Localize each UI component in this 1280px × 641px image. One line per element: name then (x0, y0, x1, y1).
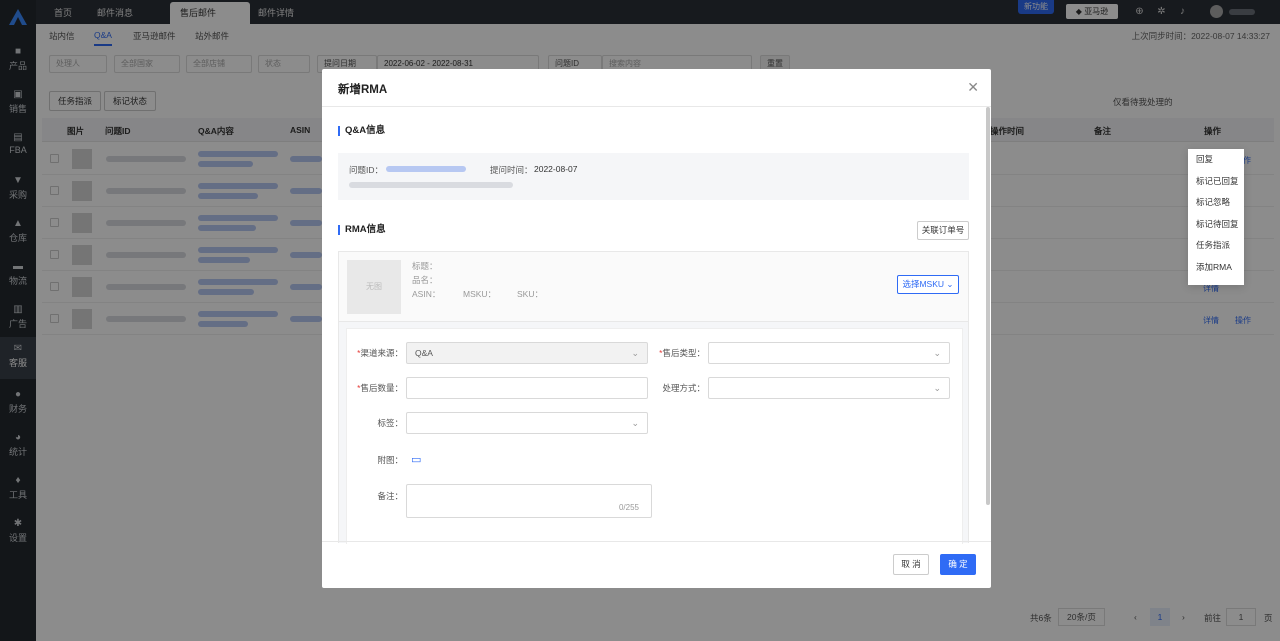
remark-textarea[interactable]: 0/255 (406, 484, 652, 518)
close-icon[interactable]: ✕ (967, 79, 979, 96)
channel-select[interactable]: Q&A ⌄ (406, 342, 648, 364)
cancel-button[interactable]: 取 消 (893, 554, 929, 575)
confirm-button[interactable]: 确 定 (940, 554, 976, 575)
divider (322, 106, 991, 107)
quantity-label: *售后数量： (357, 383, 403, 393)
msku-label: MSKU： (463, 289, 497, 299)
question-id-label: 问题ID： (349, 165, 384, 175)
channel-label: *渠道来源： (357, 348, 403, 358)
after-sale-type-select[interactable]: ⌄ (708, 342, 950, 364)
chevron-down-icon: ⌄ (933, 348, 941, 358)
remark-label: 备注： (377, 491, 403, 501)
sku-label: SKU： (517, 289, 543, 299)
product-card: 无图 标题： 品名： ASIN： MSKU： SKU： 选择MSKU ⌄ (338, 251, 969, 321)
question-content (349, 182, 513, 188)
choose-msku-label: 选择MSKU (902, 279, 945, 289)
attachment-label: 附图： (377, 455, 403, 465)
qa-info-box: 问题ID： 提问时间： 2022-08-07 (338, 153, 969, 200)
method-label: 处理方式： (662, 383, 705, 393)
tag-select[interactable]: ⌄ (406, 412, 648, 434)
rma-section-title: RMA信息 (338, 225, 386, 235)
channel-value: Q&A (415, 348, 433, 358)
link-order-button[interactable]: 关联订单号 (917, 221, 969, 240)
modal-title: 新增RMA (338, 84, 388, 96)
product-image-placeholder: 无图 (347, 260, 401, 314)
chevron-down-icon: ⌄ (933, 383, 941, 393)
remark-counter: 0/255 (618, 503, 639, 512)
menu-item-mark-replied[interactable]: 标记已回复 (1188, 171, 1244, 193)
tag-label: 标签： (377, 418, 403, 428)
menu-item-assign[interactable]: 任务指派 (1188, 235, 1244, 257)
choose-msku-button[interactable]: 选择MSKU ⌄ (897, 275, 959, 294)
product-title-label: 标题： (412, 261, 438, 271)
menu-item-add-rma[interactable]: 添加RMA (1188, 257, 1244, 279)
modal-scrollbar[interactable] (986, 107, 990, 505)
quantity-input[interactable] (406, 377, 648, 399)
chevron-down-icon: ⌄ (631, 348, 639, 358)
divider (322, 541, 991, 542)
after-sale-type-label: *售后类型： (659, 348, 705, 358)
rma-form: *渠道来源： Q&A ⌄ *售后类型： ⌄ *售后数量： 处理方式： ⌄ 标签： … (338, 321, 969, 544)
chevron-down-icon: ⌄ (631, 418, 639, 428)
qa-section-title: Q&A信息 (338, 126, 385, 136)
menu-item-reply[interactable]: 回复 (1188, 149, 1244, 171)
ask-time-label: 提问时间： (490, 165, 533, 175)
menu-item-mark-pending[interactable]: 标记待回复 (1188, 214, 1244, 236)
rma-form-inner: *渠道来源： Q&A ⌄ *售后类型： ⌄ *售后数量： 处理方式： ⌄ 标签： … (346, 328, 963, 544)
question-id-value[interactable] (386, 166, 466, 172)
asin-label: ASIN： (412, 289, 441, 299)
action-menu: 回复 标记已回复 标记忽略 标记待回复 任务指派 添加RMA (1188, 149, 1244, 285)
ask-time-value: 2022-08-07 (534, 164, 578, 174)
menu-item-mark-ignored[interactable]: 标记忽略 (1188, 192, 1244, 214)
method-select[interactable]: ⌄ (708, 377, 950, 399)
add-rma-modal: 新增RMA ✕ Q&A信息 问题ID： 提问时间： 2022-08-07 RMA… (322, 69, 991, 588)
image-upload-icon[interactable]: ▭ (411, 453, 421, 466)
product-name-label: 品名： (412, 275, 438, 285)
chevron-down-icon: ⌄ (946, 279, 954, 289)
